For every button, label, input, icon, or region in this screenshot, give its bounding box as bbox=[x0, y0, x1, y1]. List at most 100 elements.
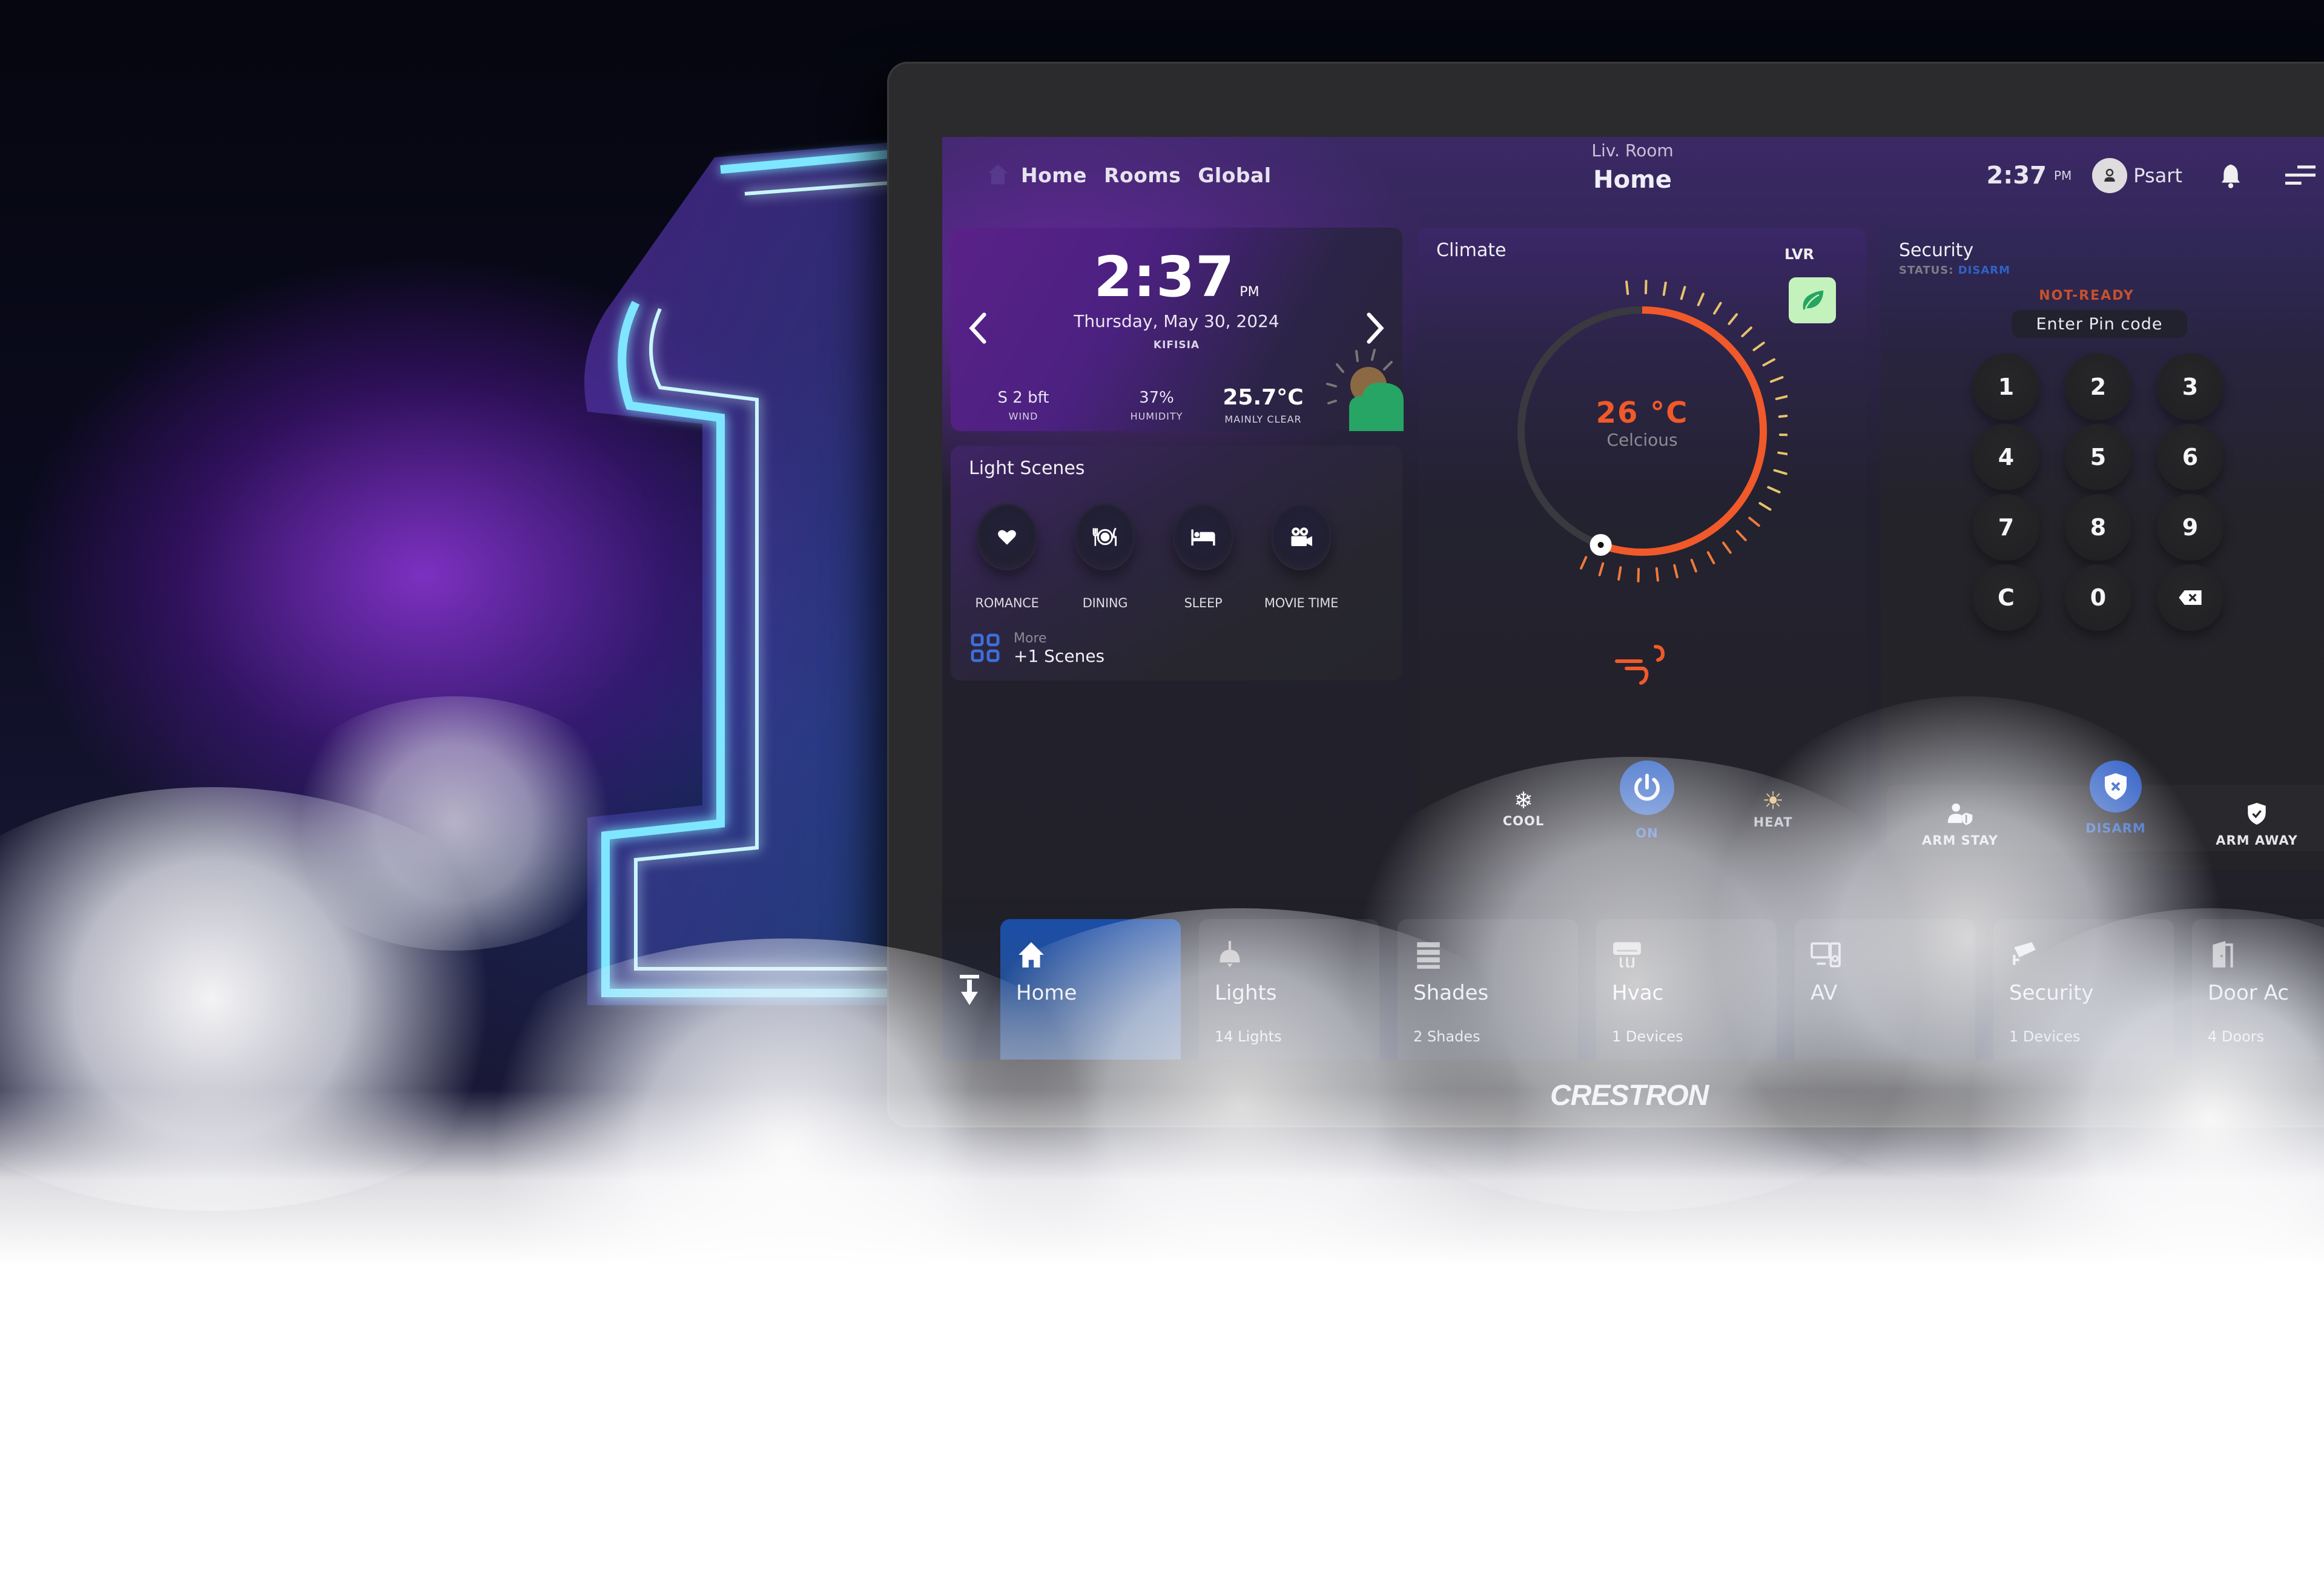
partly-cloudy-icon bbox=[1326, 349, 1404, 431]
menu-icon[interactable] bbox=[2285, 163, 2316, 188]
key-6[interactable]: 6 bbox=[2157, 424, 2223, 490]
movie-camera-icon bbox=[1291, 527, 1312, 546]
tile-name: Home bbox=[1016, 981, 1077, 1005]
mode-cool-label: COOL bbox=[1502, 814, 1545, 828]
fan-speed-icon[interactable] bbox=[1612, 642, 1672, 690]
more-count: +1 Scenes bbox=[1014, 646, 1105, 666]
tile-av[interactable]: AV bbox=[1795, 919, 1975, 1060]
key-7[interactable]: 7 bbox=[1973, 494, 2039, 561]
key-4[interactable]: 4 bbox=[1973, 424, 2039, 490]
home-icon[interactable] bbox=[985, 161, 1011, 188]
scene-dining[interactable]: DINING bbox=[1073, 504, 1137, 610]
power-icon bbox=[1634, 773, 1660, 801]
bed-icon bbox=[1191, 529, 1215, 546]
security-card: Security STATUS: DISARM NOT-READY Enter … bbox=[1881, 228, 2324, 869]
tile-home[interactable]: Home bbox=[1000, 919, 1181, 1060]
header-clock: 2:37 bbox=[1986, 162, 2047, 190]
dial-tick bbox=[1741, 326, 1752, 338]
arm-away-button[interactable]: ARM AWAY bbox=[2205, 802, 2308, 848]
shades-icon bbox=[1417, 942, 1440, 969]
scene-romance[interactable]: ROMANCE bbox=[975, 504, 1039, 610]
dial-tick bbox=[1680, 286, 1686, 300]
security-status: STATUS: DISARM bbox=[1899, 264, 2010, 277]
mode-heat-label: HEAT bbox=[1753, 815, 1793, 829]
scene-movie-time[interactable]: MOVIE TIME bbox=[1264, 504, 1338, 610]
setpoint-temperature: 26 °C bbox=[1596, 396, 1689, 430]
collapse-down-icon[interactable] bbox=[957, 972, 982, 1009]
more-scenes-button[interactable]: More +1 Scenes bbox=[970, 631, 1104, 666]
dial-tick bbox=[1697, 292, 1705, 306]
avatar[interactable] bbox=[2092, 158, 2128, 193]
crestron-logo: CRESTRON bbox=[1550, 1080, 1709, 1112]
dial-tick bbox=[1728, 313, 1738, 325]
tile-count: 14 Lights bbox=[1215, 1028, 1282, 1045]
arm-stay-label: ARM STAY bbox=[1922, 833, 1998, 848]
dining-icon bbox=[1092, 527, 1117, 546]
dial-knob-center bbox=[1597, 541, 1604, 548]
key-2[interactable]: 2 bbox=[2065, 354, 2131, 420]
arm-mode-bar: ARM STAY DISARM ARM AWAY bbox=[1887, 760, 2324, 851]
pin-code-field[interactable]: Enter Pin code bbox=[2012, 310, 2187, 338]
door-icon bbox=[2213, 941, 2233, 968]
bottom-nav: Home Lights 14 Lights Shades 2 Shades Hv… bbox=[942, 900, 2324, 1060]
tile-door-access[interactable]: Door Ac 4 Doors bbox=[2192, 919, 2324, 1060]
header-right: 2:37 PM Psart bbox=[1986, 157, 2324, 194]
key-clear[interactable]: C bbox=[1973, 564, 2039, 631]
dial-tick bbox=[1722, 541, 1732, 554]
dial-tick bbox=[1767, 486, 1781, 493]
weather-wind: S 2 bft WIND bbox=[987, 389, 1060, 422]
wind-label: WIND bbox=[1008, 411, 1038, 422]
tile-security[interactable]: Security 1 Devices bbox=[1993, 919, 2174, 1060]
bell-icon[interactable] bbox=[2219, 162, 2243, 189]
key-5[interactable]: 5 bbox=[2065, 424, 2131, 490]
power-button[interactable]: ON bbox=[1611, 760, 1683, 840]
key-3[interactable]: 3 bbox=[2157, 354, 2223, 420]
snowflake-icon: ❄ bbox=[1514, 787, 1533, 814]
air-conditioner-icon bbox=[1613, 942, 1641, 968]
scene-label: DINING bbox=[1082, 596, 1128, 610]
disarm-button[interactable]: DISARM bbox=[2067, 760, 2164, 836]
tile-shades[interactable]: Shades 2 Shades bbox=[1398, 919, 1578, 1060]
weather-date: Thursday, May 30, 2024 bbox=[1074, 311, 1279, 331]
dial-tick bbox=[1673, 564, 1679, 579]
disarm-label: DISARM bbox=[2085, 821, 2146, 836]
key-backspace[interactable] bbox=[2157, 564, 2223, 631]
climate-card: Climate LVR 26 °C Celcious ❄ COOL ON ☀ H… bbox=[1418, 228, 1866, 869]
temperature-unit: Celcious bbox=[1606, 430, 1678, 450]
status-prefix: STATUS: bbox=[1899, 264, 1954, 277]
tile-name: AV bbox=[1811, 981, 1838, 1005]
heart-icon bbox=[998, 530, 1016, 545]
key-0[interactable]: 0 bbox=[2065, 564, 2131, 631]
user-name[interactable]: Psart bbox=[2133, 164, 2182, 187]
condition-label: MAINLY CLEAR bbox=[1224, 414, 1302, 425]
light-scenes-card: Light Scenes ROMANCE DINING SLEEP MOVIE … bbox=[951, 446, 1402, 681]
light-scenes-title: Light Scenes bbox=[969, 458, 1085, 479]
key-8[interactable]: 8 bbox=[2065, 494, 2131, 561]
eco-mode-button[interactable] bbox=[1789, 277, 1836, 323]
tile-name: Hvac bbox=[1612, 981, 1664, 1005]
weather-temperature: 25.7°C MAINLY CLEAR bbox=[1215, 385, 1312, 425]
readiness-badge: NOT-READY bbox=[2039, 288, 2134, 303]
mode-cool-button[interactable]: ❄ COOL bbox=[1481, 787, 1566, 828]
power-label: ON bbox=[1636, 826, 1659, 840]
mode-heat-button[interactable]: ☀ HEAT bbox=[1731, 787, 1815, 829]
sun-icon: ☀ bbox=[1762, 787, 1784, 815]
scene-sleep[interactable]: SLEEP bbox=[1171, 504, 1235, 610]
tile-lights[interactable]: Lights 14 Lights bbox=[1199, 919, 1379, 1060]
weather-card: 2:37 PM Thursday, May 30, 2024 KIFISIA S … bbox=[951, 228, 1404, 431]
arm-stay-button[interactable]: ARM STAY bbox=[1915, 802, 2005, 848]
climate-title: Climate bbox=[1436, 240, 1507, 261]
grid-icon bbox=[971, 633, 1000, 662]
shield-x-icon bbox=[2105, 773, 2127, 800]
climate-zone: LVR bbox=[1784, 246, 1814, 263]
humidity-label: HUMIDITY bbox=[1130, 411, 1183, 422]
tile-hvac[interactable]: Hvac 1 Devices bbox=[1596, 919, 1777, 1060]
key-1[interactable]: 1 bbox=[1973, 354, 2039, 420]
ceiling-light-icon bbox=[1220, 941, 1240, 968]
weather-time: 2:37 bbox=[1094, 245, 1235, 309]
home-icon bbox=[1018, 942, 1044, 968]
key-9[interactable]: 9 bbox=[2157, 494, 2223, 561]
category-tiles: Home Lights 14 Lights Shades 2 Shades Hv… bbox=[1000, 919, 2324, 1060]
touch-panel-screen: Home Rooms Global Liv. Room Home 2:37 PM… bbox=[942, 137, 2324, 1060]
humidity-value: 37% bbox=[1139, 389, 1174, 407]
